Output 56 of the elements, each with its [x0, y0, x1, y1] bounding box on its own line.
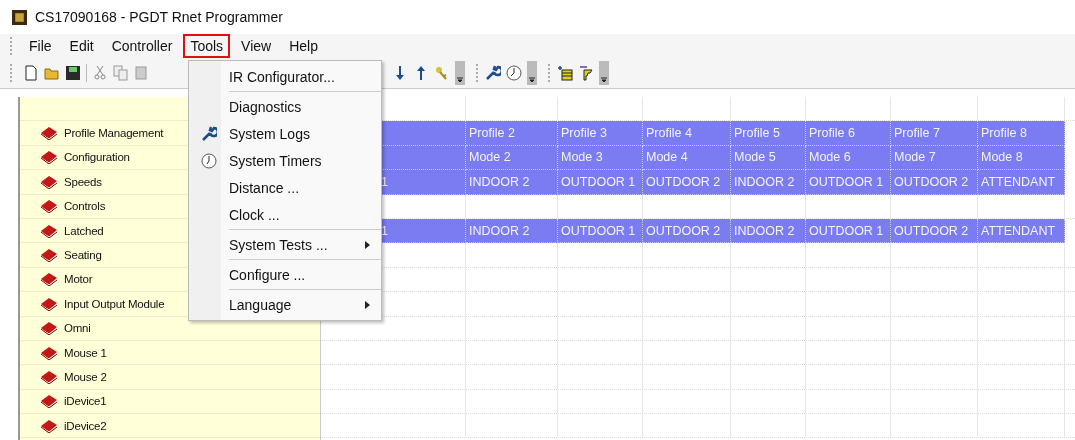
tree-item[interactable]: Input Output Module: [64, 297, 165, 310]
table-cell: INDOOR 2: [734, 223, 795, 238]
window-title: CS17090168 - PGDT Rnet Programmer: [35, 9, 283, 25]
tree-item[interactable]: iDevice2: [64, 419, 107, 432]
table-cell: Mode 8: [981, 150, 1023, 165]
menu-item[interactable]: System Tests ...: [189, 231, 381, 258]
tree-item[interactable]: Configuration: [64, 151, 130, 164]
tree-item[interactable]: Motor: [64, 273, 93, 286]
menu-item[interactable]: IR Configurator...: [189, 63, 381, 90]
menu-item[interactable]: File: [22, 34, 59, 58]
table-cell: OUTDOOR 1: [809, 174, 884, 189]
tree-item[interactable]: Latched: [64, 224, 104, 237]
table-cell: Mode 5: [734, 150, 776, 165]
table-cell: OUTDOOR 2: [646, 223, 721, 238]
tree-item[interactable]: Omni: [64, 322, 91, 335]
table-cell: OUTDOOR 2: [646, 174, 721, 189]
table-cell: INDOOR 2: [469, 174, 530, 189]
menu-item[interactable]: Edit: [62, 34, 101, 58]
menu-item[interactable]: View: [234, 34, 279, 58]
table-cell: Profile 4: [646, 126, 692, 141]
tree-item[interactable]: Profile Management: [64, 127, 164, 140]
table-cell: Mode 3: [561, 150, 603, 165]
table-cell: Mode 2: [469, 150, 511, 165]
tree-item[interactable]: Controls: [64, 200, 106, 213]
menu-item[interactable]: Tools: [183, 34, 231, 58]
tree-item[interactable]: Speeds: [64, 175, 102, 188]
table-cell: OUTDOOR 1: [561, 174, 636, 189]
menu-item[interactable]: Configure ...: [189, 261, 381, 288]
table-cell: INDOOR 2: [734, 174, 795, 189]
tree-item[interactable]: Mouse 2: [64, 371, 107, 383]
menu-item[interactable]: Language: [189, 291, 381, 318]
table-cell: Profile 2: [469, 126, 515, 141]
table-cell: Mode 7: [894, 150, 936, 165]
table-cell: ATTENDANT: [981, 174, 1056, 189]
menu-item[interactable]: Help: [282, 34, 325, 58]
tree-item[interactable]: Seating: [64, 249, 102, 262]
table-cell: 1: [381, 174, 388, 189]
table-cell: INDOOR 2: [469, 223, 530, 238]
table-cell: OUTDOOR 1: [561, 223, 636, 238]
table-cell: Mode 4: [646, 150, 688, 165]
table-cell: Profile 6: [809, 126, 855, 141]
tree-item[interactable]: iDevice1: [64, 395, 107, 408]
table-cell: Profile 7: [894, 126, 940, 141]
table-cell: ATTENDANT: [981, 223, 1056, 238]
table-cell: OUTDOOR 2: [894, 223, 969, 238]
menu-item[interactable]: Clock ...: [189, 201, 381, 228]
table-cell: Mode 6: [809, 150, 851, 165]
menu-item[interactable]: Controller: [104, 34, 180, 58]
tree-item[interactable]: Mouse 1: [64, 346, 107, 359]
table-cell: Profile 5: [734, 126, 780, 141]
table-cell: OUTDOOR 2: [894, 174, 969, 189]
table-cell: OUTDOOR 1: [809, 223, 884, 238]
table-cell: Profile 3: [561, 126, 607, 141]
table-cell: Profile 8: [981, 126, 1027, 141]
menu-item[interactable]: Diagnostics: [189, 93, 381, 120]
table-cell: 1: [381, 223, 388, 238]
